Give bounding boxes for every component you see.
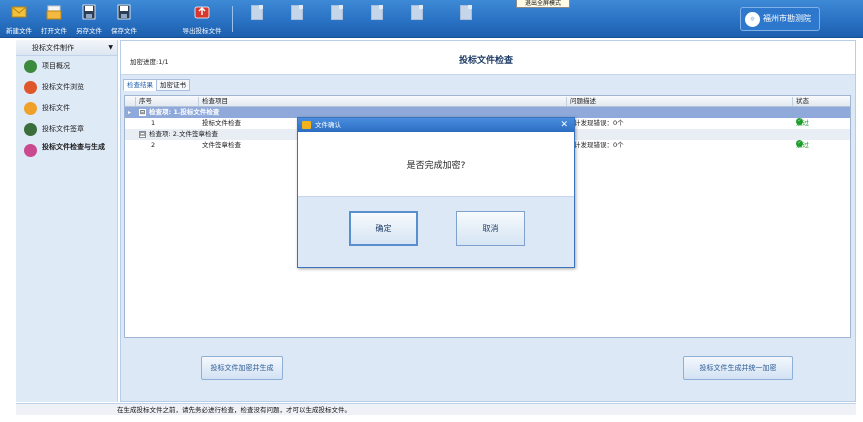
dialog-titlebar[interactable]: 文件确认 ✕ — [298, 118, 574, 132]
bid-file-icon — [24, 102, 37, 115]
sidebar-item-bid-file[interactable]: 投标文件 — [16, 98, 117, 119]
status-bar: 在生成投标文件之前，请先务必进行检查，检查没有问题，才可以生成投标文件。 — [16, 403, 856, 415]
export-icon — [194, 6, 210, 19]
dialog-title: 文件确认 — [315, 121, 341, 129]
sidebar-item-bid-sign[interactable]: 投标文件签章 — [16, 119, 117, 140]
encryption-progress: 加密进度:1/1 — [130, 58, 169, 66]
disabled-tool-5-button — [403, 3, 431, 36]
brand-name: 福州市勘测院 — [763, 14, 811, 23]
dialog-footer: 确定 取消 — [298, 196, 574, 267]
sidebar-item-project-overview[interactable]: 项目概况 — [16, 56, 117, 77]
tab-check-results[interactable]: 检查结果 — [123, 79, 157, 91]
content-header: 加密进度:1/1 投标文件检查 — [121, 41, 855, 75]
document-icon — [371, 5, 383, 20]
encrypt-generate-button[interactable]: 投标文件加密并生成 — [201, 356, 283, 380]
document-icon — [411, 5, 423, 20]
disabled-tool-3-button — [323, 3, 351, 36]
browse-icon — [24, 81, 37, 94]
grid-header: 序号 检查项目 问题描述 状态 — [125, 96, 850, 107]
page-title: 投标文件检查 — [458, 56, 513, 66]
open-file-button[interactable]: 打开文件 — [37, 3, 71, 36]
collapse-icon[interactable]: ⊟ — [139, 131, 146, 138]
generate-unified-encrypt-button[interactable]: 投标文件生成并统一加密 — [683, 356, 793, 380]
save-as-button[interactable]: 另存文件 — [72, 3, 106, 36]
document-icon — [251, 5, 263, 20]
disabled-tool-4-button — [363, 3, 391, 36]
cancel-button[interactable]: 取消 — [456, 211, 525, 246]
disabled-tool-2-button — [283, 3, 311, 36]
confirm-dialog: 文件确认 ✕ 是否完成加密? 确定 取消 — [297, 117, 575, 268]
document-icon — [331, 5, 343, 20]
sidebar: 投标文件制作 ▼ 项目概况 投标文件浏览 投标文件 投标文件签章 投标文件检查与… — [16, 40, 118, 402]
envelope-icon — [11, 6, 27, 18]
main-toolbar: 新建文件 打开文件 另存文件 保存文件 导出投标文件 退出全屏模式 ☼ 福州市勘… — [0, 0, 863, 38]
survey-logo-icon: ☼ — [745, 12, 760, 27]
check-generate-icon — [24, 144, 37, 157]
column-header-no[interactable]: 序号 — [139, 96, 152, 107]
column-header-item[interactable]: 检查项目 — [202, 96, 228, 107]
new-file-button[interactable]: 新建文件 — [2, 3, 36, 36]
toolbar-divider — [232, 6, 233, 32]
collapse-icon[interactable]: ⊟ — [139, 109, 146, 116]
project-overview-icon — [24, 60, 37, 73]
tab-encryption-cert[interactable]: 加密证书 — [156, 79, 190, 91]
document-icon — [460, 5, 472, 20]
save-file-button[interactable]: 保存文件 — [107, 3, 141, 36]
sidebar-header[interactable]: 投标文件制作 ▼ — [16, 40, 117, 56]
close-icon[interactable]: ✕ — [560, 118, 568, 132]
brand-badge: ☼ 福州市勘测院 — [740, 7, 820, 31]
exit-fullscreen-tooltip: 退出全屏模式 — [516, 0, 570, 8]
chevron-down-icon: ▼ — [108, 44, 113, 51]
sidebar-item-bid-check[interactable]: 投标文件检查与生成 — [16, 140, 117, 161]
signature-icon — [24, 123, 37, 136]
column-header-desc[interactable]: 问题描述 — [570, 96, 596, 107]
sidebar-item-bid-browse[interactable]: 投标文件浏览 — [16, 77, 117, 98]
confirm-button[interactable]: 确定 — [349, 211, 418, 246]
column-header-status[interactable]: 状态 — [796, 96, 809, 107]
app-icon — [302, 121, 311, 129]
save-as-icon — [82, 4, 96, 20]
row-pointer-icon: ▸ — [128, 109, 132, 116]
disabled-tool-6-button — [452, 3, 480, 36]
folder-icon — [46, 5, 62, 20]
save-icon — [117, 4, 131, 20]
disabled-tool-1-button — [243, 3, 271, 36]
dialog-message: 是否完成加密? — [406, 161, 466, 171]
document-icon — [291, 5, 303, 20]
export-bid-button[interactable]: 导出投标文件 — [178, 3, 226, 36]
result-tabs: 检查结果 加密证书 — [123, 79, 190, 91]
